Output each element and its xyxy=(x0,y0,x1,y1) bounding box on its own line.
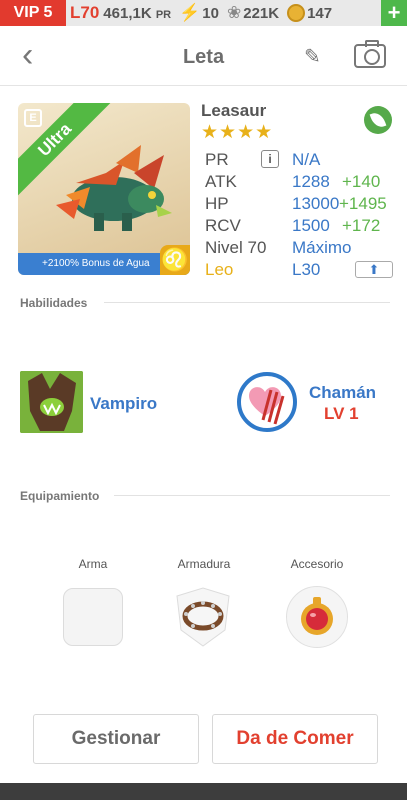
stat-row-pr: PR i N/A xyxy=(205,150,395,172)
evolution-badge: E xyxy=(24,109,42,127)
stat-label: PR xyxy=(205,150,229,169)
stat-row-sign: Leo L30 ⬆ xyxy=(205,260,395,282)
creature-card[interactable]: E Ultra +2100% Bonus de Agua ♌ xyxy=(18,103,190,275)
weapon-slot-label: Arma xyxy=(78,557,108,571)
page-title: Leta xyxy=(182,46,225,68)
upgrade-arrow-button[interactable]: ⬆ xyxy=(355,261,393,278)
dragon-image xyxy=(56,145,172,231)
vampire-skill-icon[interactable] xyxy=(20,371,83,433)
manage-button[interactable]: Gestionar xyxy=(33,714,199,764)
stat-value: N/A xyxy=(292,150,321,169)
stat-value: Máximo xyxy=(292,238,352,257)
info-icon[interactable]: i xyxy=(261,150,279,168)
accessory-slot-label: Accesorio xyxy=(290,557,344,571)
stat-row-hp: HP 13000 +1495 xyxy=(205,194,395,216)
skill-vampiro-label[interactable]: Vampiro xyxy=(90,394,157,414)
header: ‹ Leta ✎ xyxy=(0,26,407,86)
paw-icon: ❀ xyxy=(226,3,242,22)
power-rating-unit: PR xyxy=(155,8,172,21)
spiked-collar-icon xyxy=(176,587,230,647)
vip-badge[interactable]: VIP 5 xyxy=(0,0,66,26)
stat-bonus: +1495 xyxy=(339,194,387,213)
accessory-slot[interactable] xyxy=(286,586,348,648)
food-value: 221K xyxy=(243,4,280,22)
armor-slot[interactable] xyxy=(173,586,233,648)
stat-row-level: Nivel 70 Máximo xyxy=(205,238,395,260)
divider xyxy=(114,495,390,496)
stat-row-rcv: RCV 1500 +172 xyxy=(205,216,395,238)
creature-name: Leasaur xyxy=(201,101,267,120)
skills-heading: Habilidades xyxy=(20,296,88,310)
stat-bonus: +172 xyxy=(342,216,381,235)
stat-label: ATK xyxy=(205,172,237,191)
ruby-amulet-icon xyxy=(301,597,333,635)
gold-coin-icon xyxy=(287,4,306,22)
lightning-icon: ⚡ xyxy=(179,3,201,22)
stat-value: L30 xyxy=(292,260,321,279)
skill-level: LV 1 xyxy=(324,404,359,423)
divider xyxy=(104,302,390,303)
status-bar: VIP 5 L70 461,1K PR ⚡ 10 ❀ 221K 147 + xyxy=(0,0,407,26)
stat-row-atk: ATK 1288 +140 xyxy=(205,172,395,194)
add-currency-button[interactable]: + xyxy=(381,0,407,26)
camera-icon[interactable] xyxy=(354,40,386,68)
gold-value: 147 xyxy=(307,4,333,22)
stat-value: 1500 xyxy=(292,216,330,235)
star-rating: ★★★★ xyxy=(201,122,274,143)
stat-label: Nivel 70 xyxy=(205,238,267,257)
skill-chaman-label[interactable]: Chamán xyxy=(309,383,376,403)
stat-value: 13000 xyxy=(292,194,340,213)
energy-value: 10 xyxy=(202,4,219,22)
player-level: L70 xyxy=(70,3,100,22)
bottom-bar xyxy=(0,783,407,800)
weapon-slot[interactable] xyxy=(63,588,123,646)
leaf-icon xyxy=(364,106,392,134)
zodiac-leo-icon: ♌ xyxy=(160,245,190,275)
stat-label: Leo xyxy=(205,260,234,279)
stat-bonus: +140 xyxy=(342,172,381,191)
power-rating: 461,1K PR xyxy=(103,5,171,22)
stat-label: HP xyxy=(205,194,229,213)
equipment-heading: Equipamiento xyxy=(20,489,100,503)
stat-value: 1288 xyxy=(292,172,330,191)
shaman-skill-icon[interactable] xyxy=(237,372,297,432)
power-rating-value: 461,1K xyxy=(103,4,152,22)
feed-button[interactable]: Da de Comer xyxy=(212,714,378,764)
armor-slot-label: Armadura xyxy=(177,557,231,571)
edit-icon[interactable]: ✎ xyxy=(304,44,321,69)
stat-label: RCV xyxy=(205,216,241,235)
